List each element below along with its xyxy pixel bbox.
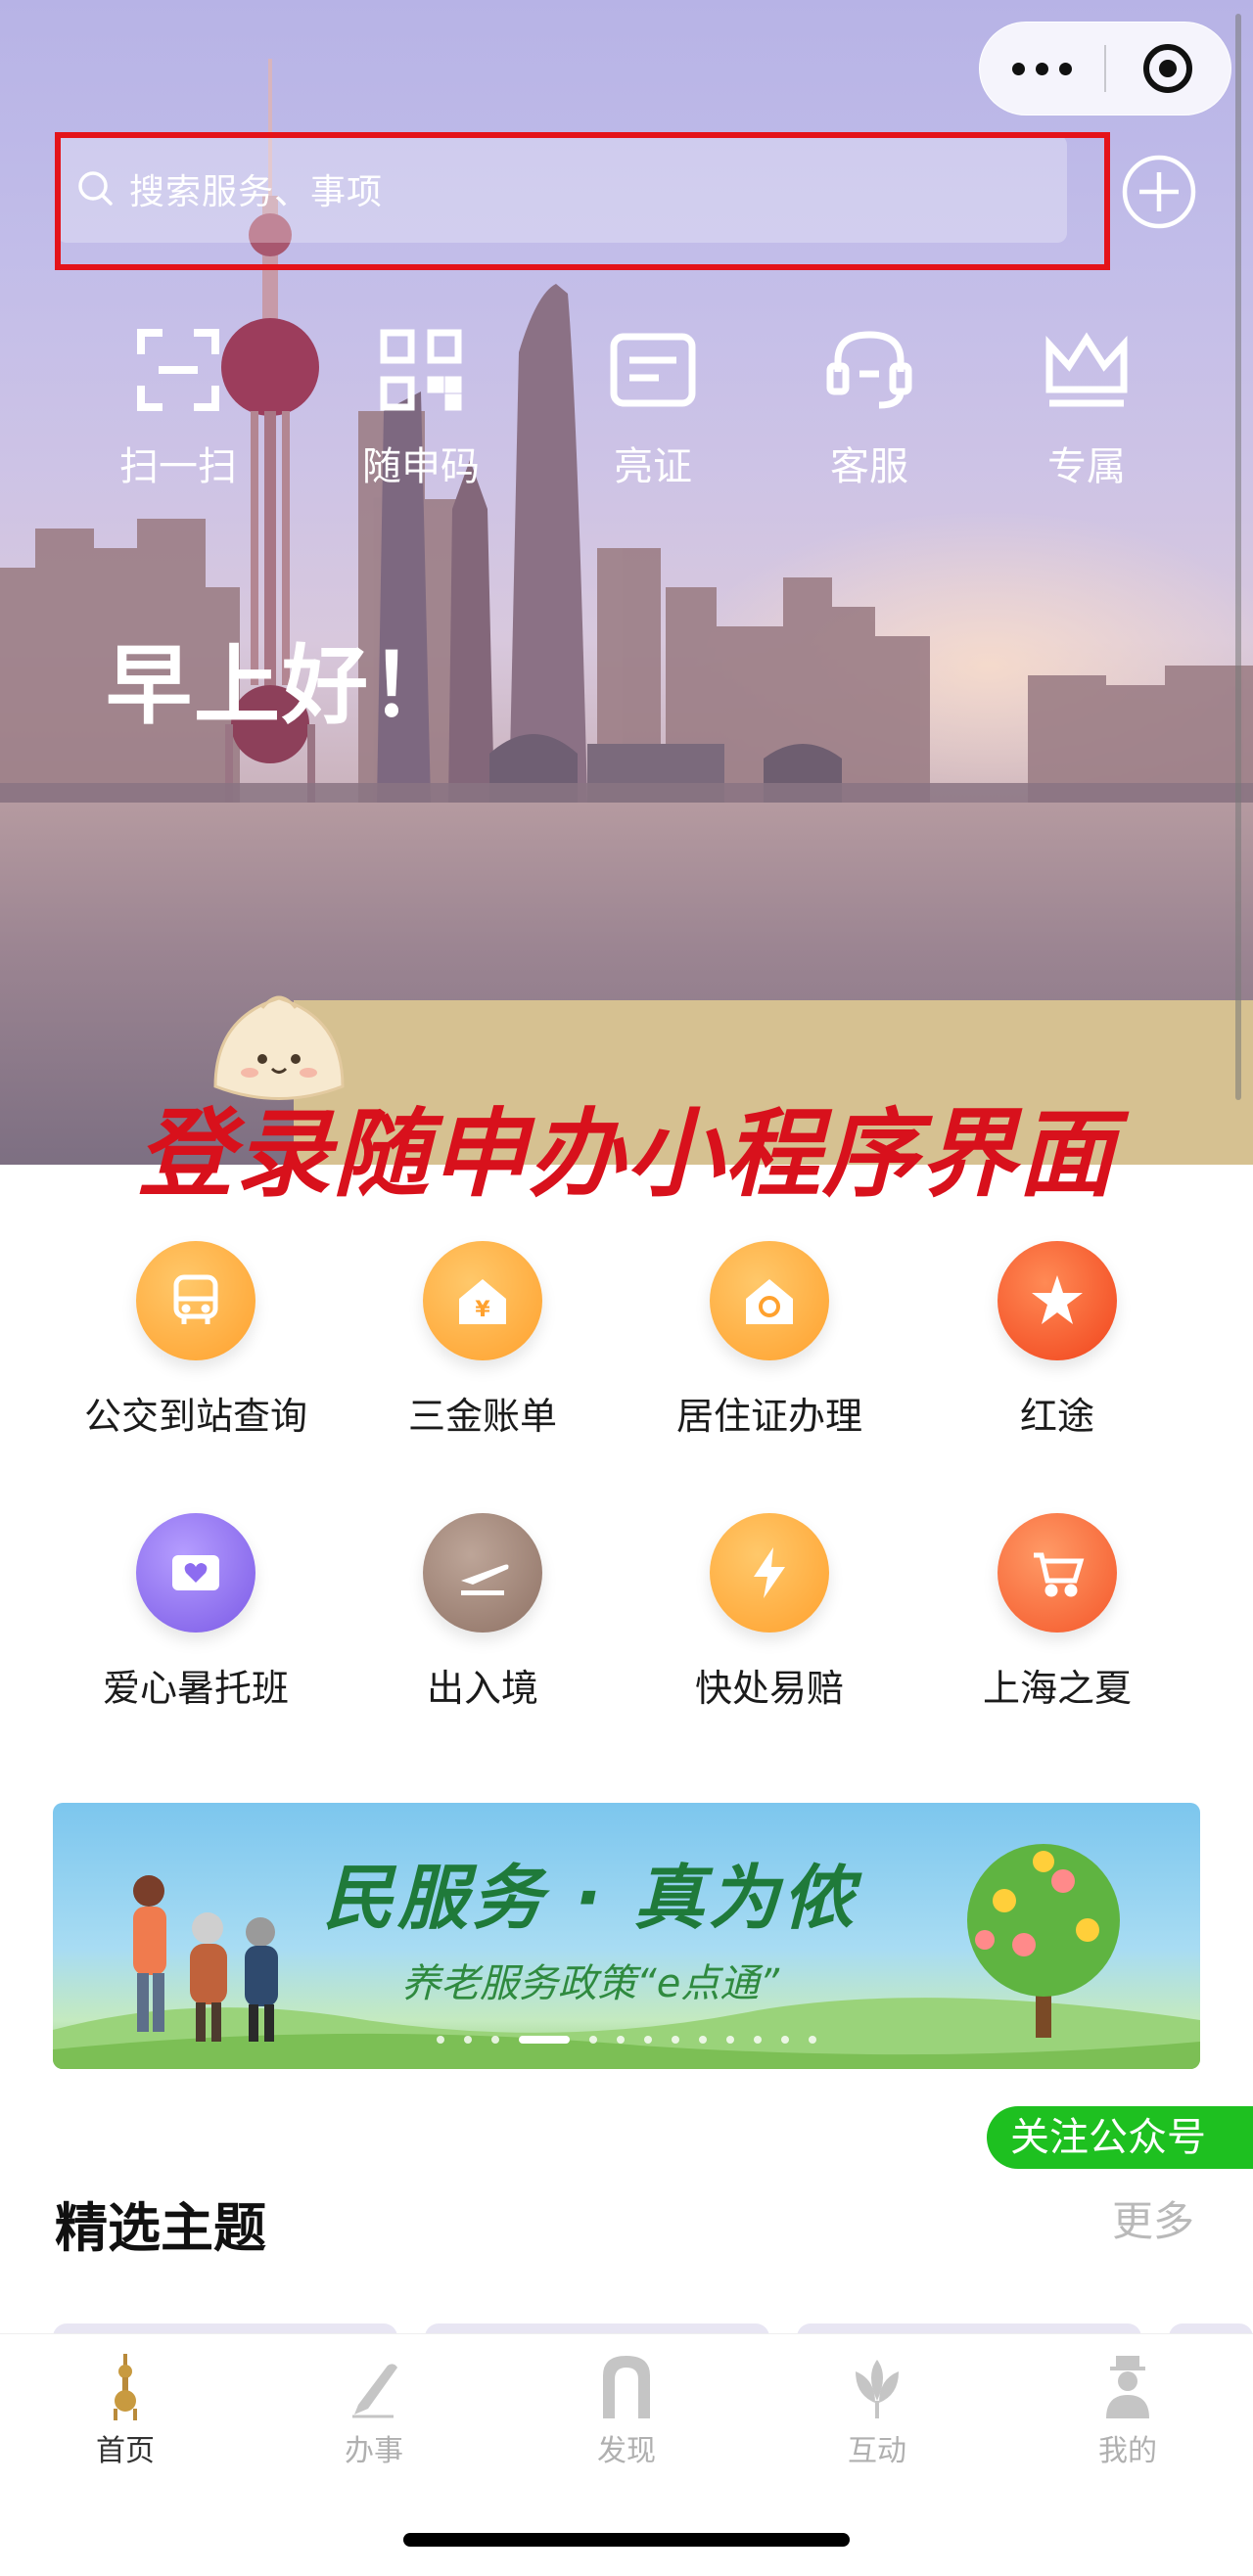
banner-headline: 民服务 · 真为侬 xyxy=(323,1857,858,1939)
qr-code-icon xyxy=(380,329,462,411)
svg-text:¥: ¥ xyxy=(475,1298,490,1322)
quick-customer-service[interactable]: 客服 xyxy=(786,323,952,491)
tab-discover[interactable]: 发现 xyxy=(548,2352,705,2469)
service-shanghai-summer[interactable]: 上海之夏 xyxy=(910,1513,1204,1712)
service-entry-exit-label: 出入境 xyxy=(426,1667,538,1710)
annotation-caption: 登录随申办小程序界面 xyxy=(136,1099,1116,1211)
scrollbar[interactable] xyxy=(1235,14,1241,1100)
annotation-highlight-box xyxy=(55,132,1110,270)
tab-mine[interactable]: 我的 xyxy=(1049,2352,1206,2469)
mini-program-capsule xyxy=(979,22,1231,115)
tab-mine-label: 我的 xyxy=(1098,2434,1157,2468)
quick-qr-code[interactable]: 随申码 xyxy=(338,323,504,491)
magnolia-icon xyxy=(856,2360,899,2418)
follow-official-account-button[interactable]: 关注公众号 xyxy=(987,2106,1253,2169)
service-residence-permit[interactable]: 居住证办理 xyxy=(623,1241,916,1440)
tab-interact[interactable]: 互动 xyxy=(799,2352,955,2469)
elderly-people-illustration xyxy=(133,1875,278,2042)
service-three-funds-bill[interactable]: ¥ 三金账单 xyxy=(336,1241,629,1440)
tab-home-label: 首页 xyxy=(96,2434,155,2468)
banner-subline: 养老服务政策“e点通” xyxy=(401,1961,780,2006)
quick-customer-service-label: 客服 xyxy=(830,444,908,489)
quick-scan-label: 扫一扫 xyxy=(119,444,237,489)
more-dots-icon[interactable] xyxy=(980,62,1104,75)
cart-icon xyxy=(998,1513,1117,1633)
quick-id-card-label: 亮证 xyxy=(614,444,692,489)
lightning-icon xyxy=(710,1513,829,1633)
scan-icon xyxy=(137,329,219,411)
section-title: 精选主题 xyxy=(55,2197,266,2259)
id-card-icon xyxy=(610,333,696,407)
house-yen-icon: ¥ xyxy=(423,1241,542,1360)
house-shield-icon xyxy=(710,1241,829,1360)
service-entry-exit[interactable]: 出入境 xyxy=(336,1513,629,1712)
tab-services[interactable]: 办事 xyxy=(296,2352,452,2469)
tab-services-label: 办事 xyxy=(345,2434,403,2468)
quick-actions: 扫一扫 随申码 亮证 客服 专属 xyxy=(69,323,1184,529)
service-bus-arrival[interactable]: 公交到站查询 xyxy=(49,1241,343,1440)
greeting-text: 早上好！ xyxy=(106,635,459,736)
headset-icon xyxy=(826,331,912,409)
heart-card-icon xyxy=(136,1513,255,1633)
service-shanghai-summer-label: 上海之夏 xyxy=(982,1667,1132,1710)
service-red-route-label: 红途 xyxy=(1019,1395,1094,1438)
quick-exclusive[interactable]: 专属 xyxy=(1003,323,1170,491)
service-quick-claim[interactable]: 快处易赔 xyxy=(623,1513,916,1712)
promo-banner[interactable]: 民服务 · 真为侬 养老服务政策“e点通” xyxy=(53,1803,1200,2069)
fruit-tree-illustration xyxy=(967,1844,1120,2038)
quick-scan[interactable]: 扫一扫 xyxy=(95,323,261,491)
service-bus-arrival-label: 公交到站查询 xyxy=(83,1395,307,1438)
quick-qr-code-label: 随申码 xyxy=(362,444,480,489)
plane-icon xyxy=(423,1513,542,1633)
person-icon xyxy=(1106,2356,1149,2418)
arch-icon xyxy=(603,2356,650,2418)
service-quick-claim-label: 快处易赔 xyxy=(694,1667,844,1710)
section-more-link[interactable]: 更多 xyxy=(1112,2188,1194,2248)
add-button[interactable] xyxy=(1120,153,1198,231)
service-residence-permit-label: 居住证办理 xyxy=(675,1395,862,1438)
plus-circle-icon xyxy=(1122,155,1196,229)
service-three-funds-bill-label: 三金账单 xyxy=(407,1395,557,1438)
pen-icon xyxy=(352,2364,397,2418)
tab-interact-label: 互动 xyxy=(848,2434,906,2468)
quick-id-card[interactable]: 亮证 xyxy=(570,323,736,491)
tab-discover-label: 发现 xyxy=(597,2434,656,2468)
quick-exclusive-label: 专属 xyxy=(1047,444,1126,489)
service-red-route[interactable]: 红途 xyxy=(910,1241,1204,1440)
bus-icon xyxy=(136,1241,255,1360)
target-icon[interactable] xyxy=(1106,41,1230,96)
tab-home[interactable]: 首页 xyxy=(47,2352,204,2469)
pearl-tower-icon xyxy=(114,2354,137,2420)
banner-pagination xyxy=(53,2036,1200,2044)
service-summer-care-class[interactable]: 爱心暑托班 xyxy=(49,1513,343,1712)
service-summer-care-class-label: 爱心暑托班 xyxy=(102,1667,289,1710)
crown-icon xyxy=(1045,332,1128,407)
star-flag-icon xyxy=(998,1241,1117,1360)
home-indicator[interactable] xyxy=(403,2533,850,2547)
